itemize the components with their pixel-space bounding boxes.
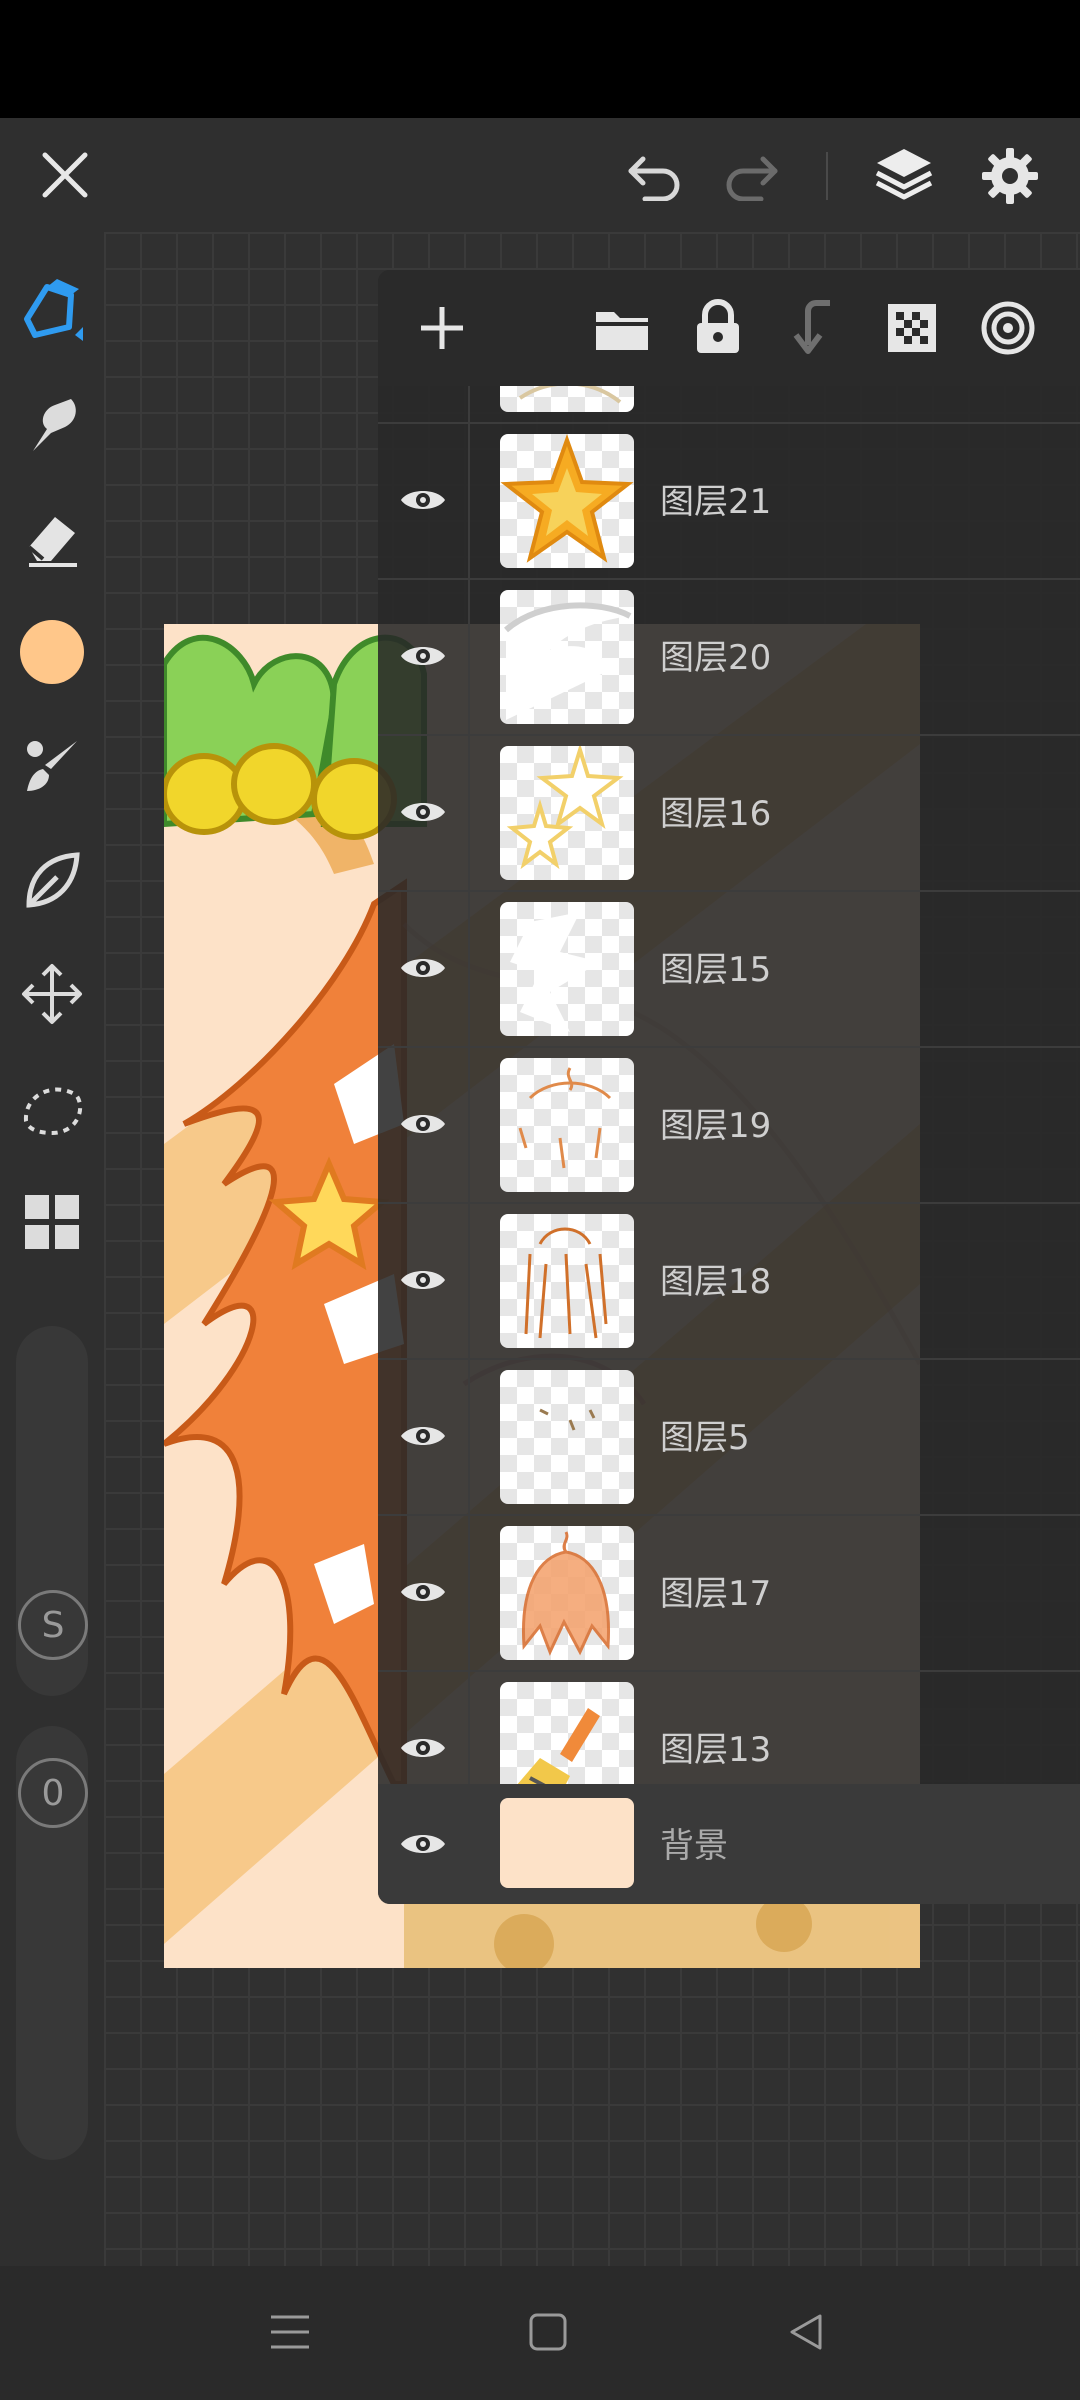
layer-thumbnail (500, 434, 634, 568)
folder-icon[interactable] (590, 298, 654, 358)
layers-toolbar (378, 270, 1080, 386)
visibility-toggle[interactable] (378, 890, 470, 1046)
lasso-icon[interactable] (14, 1070, 90, 1146)
gear-icon[interactable] (974, 140, 1046, 212)
visibility-toggle[interactable] (378, 1784, 468, 1904)
eye-icon (401, 647, 445, 665)
layer-name: 图层21 (660, 482, 772, 522)
eye-icon (401, 1835, 445, 1853)
transparency-icon[interactable] (882, 298, 942, 358)
tool-sidebar: S 0 (0, 232, 104, 2266)
layers-list[interactable]: 图层21 图层20 图层16 图层15 图层19 图层18 图层5 图层17 图… (378, 386, 1080, 1786)
home-icon[interactable] (518, 2302, 578, 2362)
layer-row[interactable]: 图层5 (378, 1358, 1080, 1516)
layer-row[interactable]: 图层19 (378, 1046, 1080, 1204)
layer-row[interactable]: 图层20 (378, 578, 1080, 736)
lock-icon[interactable] (688, 296, 748, 358)
status-bar (0, 0, 1080, 118)
visibility-toggle[interactable] (378, 578, 470, 734)
layer-row[interactable]: 图层17 (378, 1514, 1080, 1672)
opacity-icon[interactable] (978, 298, 1038, 358)
grid-icon[interactable] (14, 1184, 90, 1260)
brush-size-label: S (41, 1604, 65, 1646)
layer-thumbnail (500, 902, 634, 1036)
brush-opacity-label: 0 (41, 1772, 65, 1814)
visibility-cell (378, 386, 470, 422)
eye-icon (401, 1427, 445, 1445)
background-layer-name: 背景 (660, 1826, 728, 1866)
layers-panel: 图层21 图层20 图层16 图层15 图层19 图层18 图层5 图层17 图… (378, 270, 1080, 1904)
close-icon[interactable] (30, 140, 100, 210)
add-layer-icon[interactable] (412, 298, 472, 358)
top-toolbar (0, 118, 1080, 232)
eye-icon (401, 1739, 445, 1757)
layer-name: 图层17 (660, 1574, 772, 1614)
eraser-icon[interactable] (14, 500, 90, 576)
merge-down-icon[interactable] (784, 296, 844, 358)
layer-row[interactable]: 图层18 (378, 1202, 1080, 1360)
move-icon[interactable] (14, 956, 90, 1032)
pen-icon[interactable] (14, 272, 90, 348)
layer-thumbnail (500, 1058, 634, 1192)
back-icon[interactable] (776, 2302, 836, 2362)
background-layer-row[interactable]: 背景 (378, 1784, 1080, 1904)
layer-row[interactable]: 图层15 (378, 890, 1080, 1048)
layers-icon[interactable] (868, 138, 940, 210)
undo-icon[interactable] (620, 144, 690, 208)
layer-name: 图层16 (660, 794, 772, 834)
layer-thumbnail (500, 590, 634, 724)
brush-size-slider[interactable]: S (16, 1326, 88, 1696)
leaf-icon[interactable] (14, 842, 90, 918)
layer-name: 图层18 (660, 1262, 772, 1302)
visibility-toggle[interactable] (378, 1514, 470, 1670)
eye-icon (401, 959, 445, 977)
layer-name: 图层13 (660, 1730, 772, 1770)
layer-name: 图层20 (660, 638, 772, 678)
layer-thumbnail (500, 746, 634, 880)
layer-name: 图层5 (660, 1418, 750, 1458)
layer-name: 图层15 (660, 950, 772, 990)
layer-thumbnail (500, 386, 634, 412)
smudge-icon[interactable] (14, 386, 90, 462)
layer-row[interactable]: 图层13 (378, 1670, 1080, 1786)
layer-thumbnail (500, 1214, 634, 1348)
eye-icon (401, 1115, 445, 1133)
brush-icon[interactable] (14, 728, 90, 804)
background-thumbnail (500, 1798, 634, 1888)
visibility-toggle[interactable] (378, 1202, 470, 1358)
eye-icon (401, 491, 445, 509)
visibility-toggle[interactable] (378, 1670, 470, 1786)
layer-thumbnail (500, 1370, 634, 1504)
eye-icon (401, 803, 445, 821)
layer-row-partial[interactable] (378, 386, 1080, 424)
eye-icon (401, 1583, 445, 1601)
layer-thumbnail (500, 1682, 634, 1786)
layer-row[interactable]: 图层16 (378, 734, 1080, 892)
eye-icon (401, 1271, 445, 1289)
toolbar-divider (826, 152, 828, 200)
visibility-toggle[interactable] (378, 422, 470, 578)
visibility-toggle[interactable] (378, 1046, 470, 1202)
layer-name: 图层19 (660, 1106, 772, 1146)
redo-icon[interactable] (716, 144, 786, 208)
layer-thumbnail (500, 1526, 634, 1660)
visibility-toggle[interactable] (378, 1358, 470, 1514)
menu-icon[interactable] (260, 2302, 320, 2362)
layer-row[interactable]: 图层21 (378, 422, 1080, 580)
visibility-toggle[interactable] (378, 734, 470, 890)
system-nav-bar (0, 2266, 1080, 2400)
brush-opacity-slider[interactable]: 0 (16, 1726, 88, 2160)
color-swatch[interactable] (14, 614, 90, 690)
